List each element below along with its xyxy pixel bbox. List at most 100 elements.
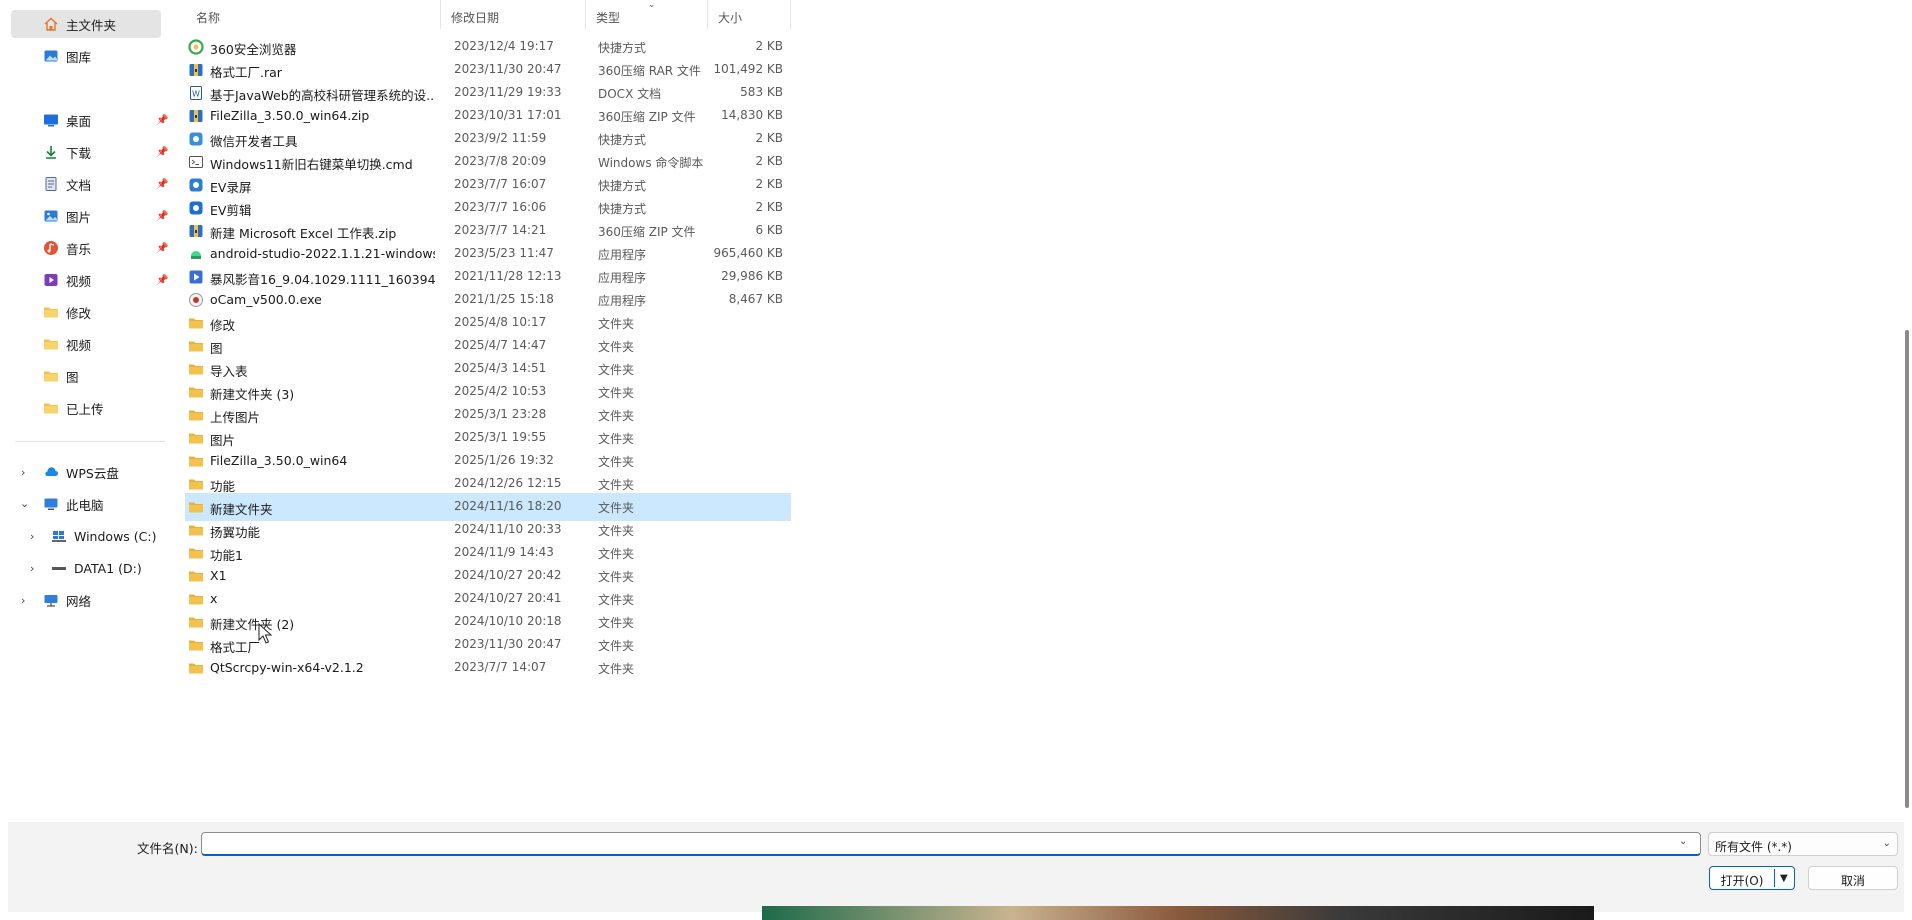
folder-icon xyxy=(188,591,204,607)
picture-icon xyxy=(42,207,60,225)
download-icon xyxy=(42,143,60,161)
sidebar-folder-item[interactable]: 视频 xyxy=(42,330,91,358)
sidebar-item-label: 下载 xyxy=(66,145,92,161)
cmd-script-icon xyxy=(188,154,204,170)
file-type: 文件夹 xyxy=(598,478,635,492)
chevron-right-icon[interactable]: › xyxy=(21,594,25,607)
file-type: 360压缩 RAR 文件 xyxy=(598,64,701,78)
sidebar-item-drive-c[interactable]: Windows (C:) xyxy=(50,522,156,550)
column-header-date[interactable]: 修改日期 xyxy=(441,0,586,29)
sidebar-item-gallery[interactable]: 图库 xyxy=(42,42,91,70)
file-date: 2023/11/30 20:47 xyxy=(454,637,562,651)
open-button[interactable]: 打开(O) ▼ xyxy=(1709,866,1795,890)
file-date: 2024/12/26 12:15 xyxy=(454,476,562,490)
sidebar-item-label: DATA1 (D:) xyxy=(74,560,142,576)
sidebar-item-documents[interactable]: 文档 📌 xyxy=(42,170,168,198)
folder-icon xyxy=(188,660,204,676)
file-date: 2024/10/10 20:18 xyxy=(454,614,562,628)
sidebar-folder-item[interactable]: 修改 xyxy=(42,298,91,326)
sidebar-item-label: 音乐 xyxy=(66,241,92,257)
file-date: 2024/11/16 18:20 xyxy=(454,499,562,513)
file-list: 名称 修改日期 ⌄ 类型 大小 360安全浏览器 2023/12/4 19:17 快… xyxy=(178,0,1904,822)
drive-icon xyxy=(50,559,68,577)
open-dropdown-icon[interactable]: ▼ xyxy=(1780,873,1788,884)
file-type: 快捷方式 xyxy=(598,179,647,193)
sidebar-folder-item[interactable]: 图 xyxy=(42,362,79,390)
file-type: 文件夹 xyxy=(598,363,635,377)
cancel-button-label: 取消 xyxy=(1840,874,1865,888)
archive-icon xyxy=(188,223,204,239)
chevron-down-icon[interactable]: ⌄ xyxy=(20,497,29,510)
file-type: 文件夹 xyxy=(598,593,635,607)
taskbar-background-fragment xyxy=(762,906,1594,920)
ocam-icon xyxy=(188,292,204,308)
file-name: FileZilla_3.50.0_win64 xyxy=(210,453,348,468)
sidebar-item-home[interactable]: 主文件夹 xyxy=(11,10,161,38)
navigation-pane: 主文件夹 图库 桌面 📌 下载 📌 文档 📌 图片 📌 音乐 📌 视频 📌 修改… xyxy=(8,0,173,822)
media-player-icon xyxy=(188,269,204,285)
chevron-right-icon[interactable]: › xyxy=(30,562,34,575)
file-type-filter-value: 所有文件 (*.*) xyxy=(1715,840,1792,854)
file-name: QtScrcpy-win-x64-v2.1.2 xyxy=(210,660,364,675)
file-type: 应用程序 xyxy=(598,248,647,262)
file-date: 2023/7/7 16:07 xyxy=(454,177,547,191)
home-icon xyxy=(42,15,60,33)
file-date: 2025/4/7 14:47 xyxy=(454,338,547,352)
sidebar-item-network[interactable]: 网络 xyxy=(42,586,91,614)
chevron-right-icon[interactable]: › xyxy=(21,466,25,479)
folder-icon xyxy=(188,476,204,492)
folder-icon xyxy=(188,338,204,354)
file-type-filter[interactable]: 所有文件 (*.*) ⌄ xyxy=(1708,832,1898,856)
wechat-devtools-icon xyxy=(188,131,204,147)
sidebar-item-this-pc[interactable]: 此电脑 xyxy=(42,490,104,518)
folder-row[interactable]: QtScrcpy-win-x64-v2.1.2 2023/7/7 14:07 文件夹 xyxy=(185,654,791,682)
sidebar-item-label: 已上传 xyxy=(66,401,104,417)
folder-icon xyxy=(188,568,204,584)
cancel-button[interactable]: 取消 xyxy=(1808,866,1898,890)
sidebar-item-label: Windows (C:) xyxy=(74,528,157,544)
folder-icon xyxy=(188,384,204,400)
cloud-icon xyxy=(42,463,60,481)
column-header-type[interactable]: 类型 xyxy=(586,0,708,29)
sidebar-item-videos[interactable]: 视频 📌 xyxy=(42,266,168,294)
sidebar-folder-item[interactable]: 已上传 xyxy=(42,394,104,422)
document-icon xyxy=(42,175,60,193)
folder-icon xyxy=(188,315,204,331)
archive-icon xyxy=(188,62,204,78)
sidebar-item-downloads[interactable]: 下载 📌 xyxy=(42,138,168,166)
file-date: 2023/7/7 16:06 xyxy=(454,200,547,214)
file-date: 2025/3/1 23:28 xyxy=(454,407,547,421)
svg-text:W: W xyxy=(192,90,200,99)
vertical-scrollbar[interactable] xyxy=(1905,330,1909,808)
word-doc-icon: W xyxy=(188,85,204,101)
music-icon xyxy=(42,239,60,257)
file-type: 文件夹 xyxy=(598,662,635,676)
open-button-label: 打开(O) xyxy=(1720,874,1764,888)
file-type: 快捷方式 xyxy=(598,202,647,216)
split-divider xyxy=(1774,869,1775,887)
folder-icon xyxy=(42,399,60,417)
sidebar-item-wps-cloud[interactable]: WPS云盘 xyxy=(42,458,119,486)
pin-icon: 📌 xyxy=(156,146,169,158)
file-type: 文件夹 xyxy=(598,570,635,584)
sidebar-item-label: 图库 xyxy=(66,49,92,65)
sidebar-item-label: 修改 xyxy=(66,305,92,321)
folder-icon xyxy=(188,545,204,561)
sidebar-item-music[interactable]: 音乐 📌 xyxy=(42,234,168,262)
file-type: 文件夹 xyxy=(598,455,635,469)
sidebar-item-desktop[interactable]: 桌面 📌 xyxy=(42,106,168,134)
filename-dropdown-icon[interactable]: ⌄ xyxy=(1679,836,1687,847)
chevron-right-icon[interactable]: › xyxy=(30,530,34,543)
sidebar-item-drive-d[interactable]: DATA1 (D:) xyxy=(50,554,142,582)
filename-input[interactable] xyxy=(201,832,1701,856)
column-header-name[interactable]: 名称 xyxy=(186,0,441,29)
sidebar-item-label: 视频 xyxy=(66,273,92,289)
file-size: 29,986 KB xyxy=(721,269,783,283)
column-header-size[interactable]: 大小 xyxy=(708,0,791,29)
file-type: 360压缩 ZIP 文件 xyxy=(598,110,696,124)
mouse-cursor-icon xyxy=(258,623,272,644)
file-size: 101,492 KB xyxy=(713,62,783,76)
file-date: 2023/7/7 14:07 xyxy=(454,660,547,674)
folder-icon xyxy=(188,453,204,469)
sidebar-item-pictures[interactable]: 图片 📌 xyxy=(42,202,168,230)
